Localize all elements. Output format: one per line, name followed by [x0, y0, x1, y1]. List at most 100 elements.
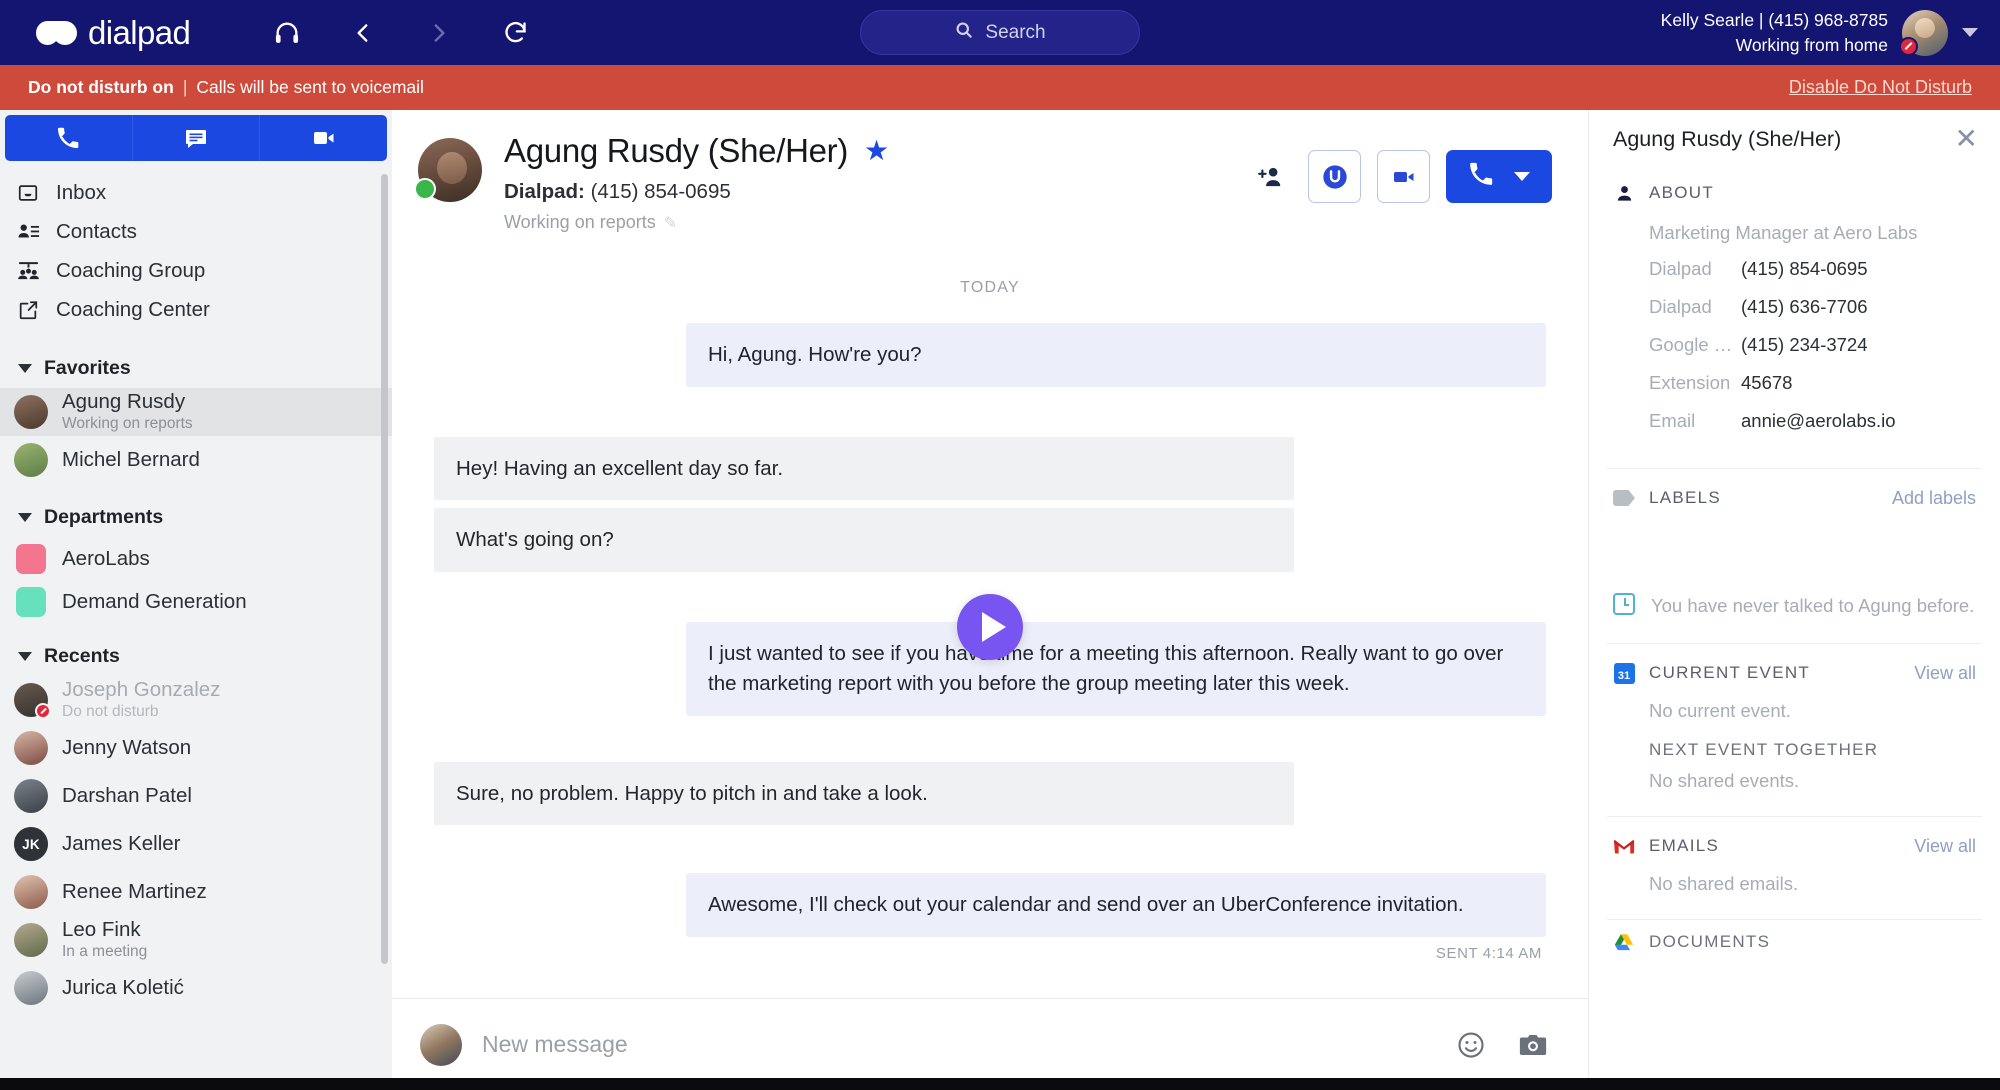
- back-icon[interactable]: [344, 14, 382, 52]
- field-value[interactable]: (415) 234-3724: [1741, 334, 1868, 356]
- favorites-section-header[interactable]: Favorites: [18, 357, 392, 380]
- contact-name: Michel Bernard: [62, 448, 200, 472]
- list-item[interactable]: Darshan Patel: [0, 772, 392, 820]
- sidebar-item-coaching-group[interactable]: Coaching Group: [0, 251, 392, 290]
- uberconference-button[interactable]: [1308, 150, 1361, 203]
- person-icon: [1613, 184, 1635, 203]
- dnd-banner-title: Do not disturb on: [28, 77, 174, 97]
- documents-section-header[interactable]: DOCUMENTS: [1589, 924, 2000, 952]
- message-bubble: Hey! Having an excellent day so far.: [434, 436, 1294, 501]
- avatar: [14, 875, 48, 909]
- chevron-down-icon: [18, 652, 32, 661]
- mode-tab-bar: [5, 115, 387, 161]
- sidebar-scrollbar[interactable]: [381, 174, 388, 964]
- phone-number: (415) 854-0695: [590, 180, 731, 203]
- new-message-input[interactable]: [482, 1025, 1430, 1064]
- chevron-down-icon[interactable]: [1962, 28, 1978, 37]
- divider: [1607, 468, 1982, 469]
- list-item[interactable]: Jenny Watson: [0, 724, 392, 772]
- field-key: Extension: [1649, 372, 1731, 393]
- field-key: Dialpad: [1649, 258, 1712, 279]
- call-options-chevron-icon[interactable]: [1514, 172, 1530, 181]
- list-item[interactable]: Leo Fink In a meeting: [0, 916, 392, 964]
- avatar: [14, 779, 48, 813]
- sidebar-item-contacts[interactable]: Contacts: [0, 212, 392, 251]
- video-tab[interactable]: [260, 115, 387, 161]
- headset-icon[interactable]: [268, 14, 306, 52]
- labels-section-header: LABELS Add labels: [1613, 481, 1976, 515]
- do-not-disturb-banner: Do not disturb on | Calls will be sent t…: [0, 65, 2000, 110]
- view-all-events-link[interactable]: View all: [1914, 663, 1976, 684]
- emails-value: No shared emails.: [1649, 873, 1799, 895]
- view-all-emails-link[interactable]: View all: [1914, 836, 1976, 857]
- field-value[interactable]: (415) 854-0695: [1741, 258, 1868, 280]
- favorite-star-icon[interactable]: ★: [864, 137, 889, 165]
- next-event-heading: NEXT EVENT TOGETHER: [1649, 740, 1879, 760]
- video-call-button[interactable]: [1377, 150, 1430, 203]
- inbox-icon: [16, 182, 40, 204]
- list-item[interactable]: Jurica Koletić: [0, 964, 392, 1012]
- list-item[interactable]: Michel Bernard: [0, 436, 392, 484]
- camera-icon[interactable]: [1512, 1024, 1554, 1066]
- list-item[interactable]: Joseph Gonzalez Do not disturb: [0, 676, 392, 724]
- close-icon[interactable]: ✕: [1955, 125, 1978, 153]
- favorites-title: Favorites: [44, 357, 131, 379]
- refresh-icon[interactable]: [496, 14, 534, 52]
- message-thread: TODAY Hi, Agung. How're you? Hey! Having…: [392, 247, 1588, 998]
- conversation-panel: Agung Rusdy (She/Her) ★ Dialpad: (415) 8…: [392, 110, 1588, 1090]
- list-item[interactable]: Demand Generation: [0, 580, 392, 623]
- avatar: JK: [14, 827, 48, 861]
- sidebar-item-label: Coaching Group: [56, 258, 206, 282]
- avatar: [14, 971, 48, 1005]
- drive-icon: [1613, 933, 1635, 951]
- contact-name: Joseph Gonzalez: [62, 677, 221, 701]
- conversation-header: Agung Rusdy (She/Her) ★ Dialpad: (415) 8…: [392, 110, 1588, 247]
- forward-icon[interactable]: [420, 14, 458, 52]
- brand-logo[interactable]: dialpad: [36, 14, 191, 52]
- message-tab[interactable]: [133, 115, 261, 161]
- avatar[interactable]: [1899, 9, 1948, 56]
- current-event-section: 31 CURRENT EVENT View all No current eve…: [1589, 648, 2000, 812]
- sidebar-item-label: Contacts: [56, 219, 137, 243]
- contact-status: In a meeting: [62, 943, 148, 961]
- gmail-icon: [1613, 838, 1635, 855]
- message-bubble: I just wanted to see if you have time fo…: [686, 622, 1546, 716]
- field-value[interactable]: annie@aerolabs.io: [1741, 410, 1896, 432]
- list-item[interactable]: JK James Keller: [0, 820, 392, 868]
- contact-name: Darshan Patel: [62, 784, 192, 808]
- online-status-icon: [414, 178, 436, 200]
- avatar: [14, 395, 48, 429]
- departments-section-header[interactable]: Departments: [18, 506, 392, 529]
- user-menu[interactable]: Kelly Searle | (415) 968-8785 Working fr…: [1661, 0, 1978, 65]
- play-button[interactable]: [957, 594, 1023, 660]
- top-navigation-bar: dialpad Search Kelly Searle | (415) 968-…: [0, 0, 2000, 65]
- chevron-down-icon: [18, 364, 32, 373]
- list-item[interactable]: AeroLabs: [0, 537, 392, 580]
- current-event-value: No current event.: [1649, 700, 1791, 722]
- list-item[interactable]: Renee Martinez: [0, 868, 392, 916]
- add-person-button[interactable]: [1250, 156, 1292, 198]
- add-labels-link[interactable]: Add labels: [1892, 488, 1976, 509]
- department-name: Demand Generation: [62, 589, 247, 613]
- recents-section-header[interactable]: Recents: [18, 645, 392, 668]
- contact-field-row: Email annie@aerolabs.io: [1649, 410, 1976, 432]
- call-button[interactable]: [1446, 150, 1552, 203]
- phone-tab[interactable]: [5, 115, 133, 161]
- search-input[interactable]: Search: [860, 10, 1140, 55]
- sidebar-item-inbox[interactable]: Inbox: [0, 173, 392, 212]
- list-item[interactable]: Agung Rusdy Working on reports: [0, 388, 392, 436]
- about-section: ABOUT Marketing Manager at Aero Labs Dia…: [1589, 168, 2000, 464]
- contact-name: Agung Rusdy: [62, 389, 186, 413]
- departments-title: Departments: [44, 506, 164, 528]
- disable-do-not-disturb-link[interactable]: Disable Do Not Disturb: [1789, 77, 1972, 98]
- dialpad-app: dialpad Search Kelly Searle | (415) 968-…: [0, 0, 2000, 1090]
- field-key: Google Vo...: [1649, 334, 1741, 355]
- day-separator: TODAY: [960, 279, 1020, 296]
- field-value[interactable]: (415) 636-7706: [1741, 296, 1868, 318]
- message-row: Sure, no problem. Happy to pitch in and …: [434, 761, 1546, 826]
- global-search[interactable]: Search: [860, 10, 1140, 55]
- emoji-icon[interactable]: [1450, 1024, 1492, 1066]
- current-event-header: 31 CURRENT EVENT View all: [1613, 656, 1976, 690]
- sidebar-item-coaching-center[interactable]: Coaching Center: [0, 290, 392, 329]
- message-sent-timestamp: SENT 4:14 AM: [1435, 945, 1542, 963]
